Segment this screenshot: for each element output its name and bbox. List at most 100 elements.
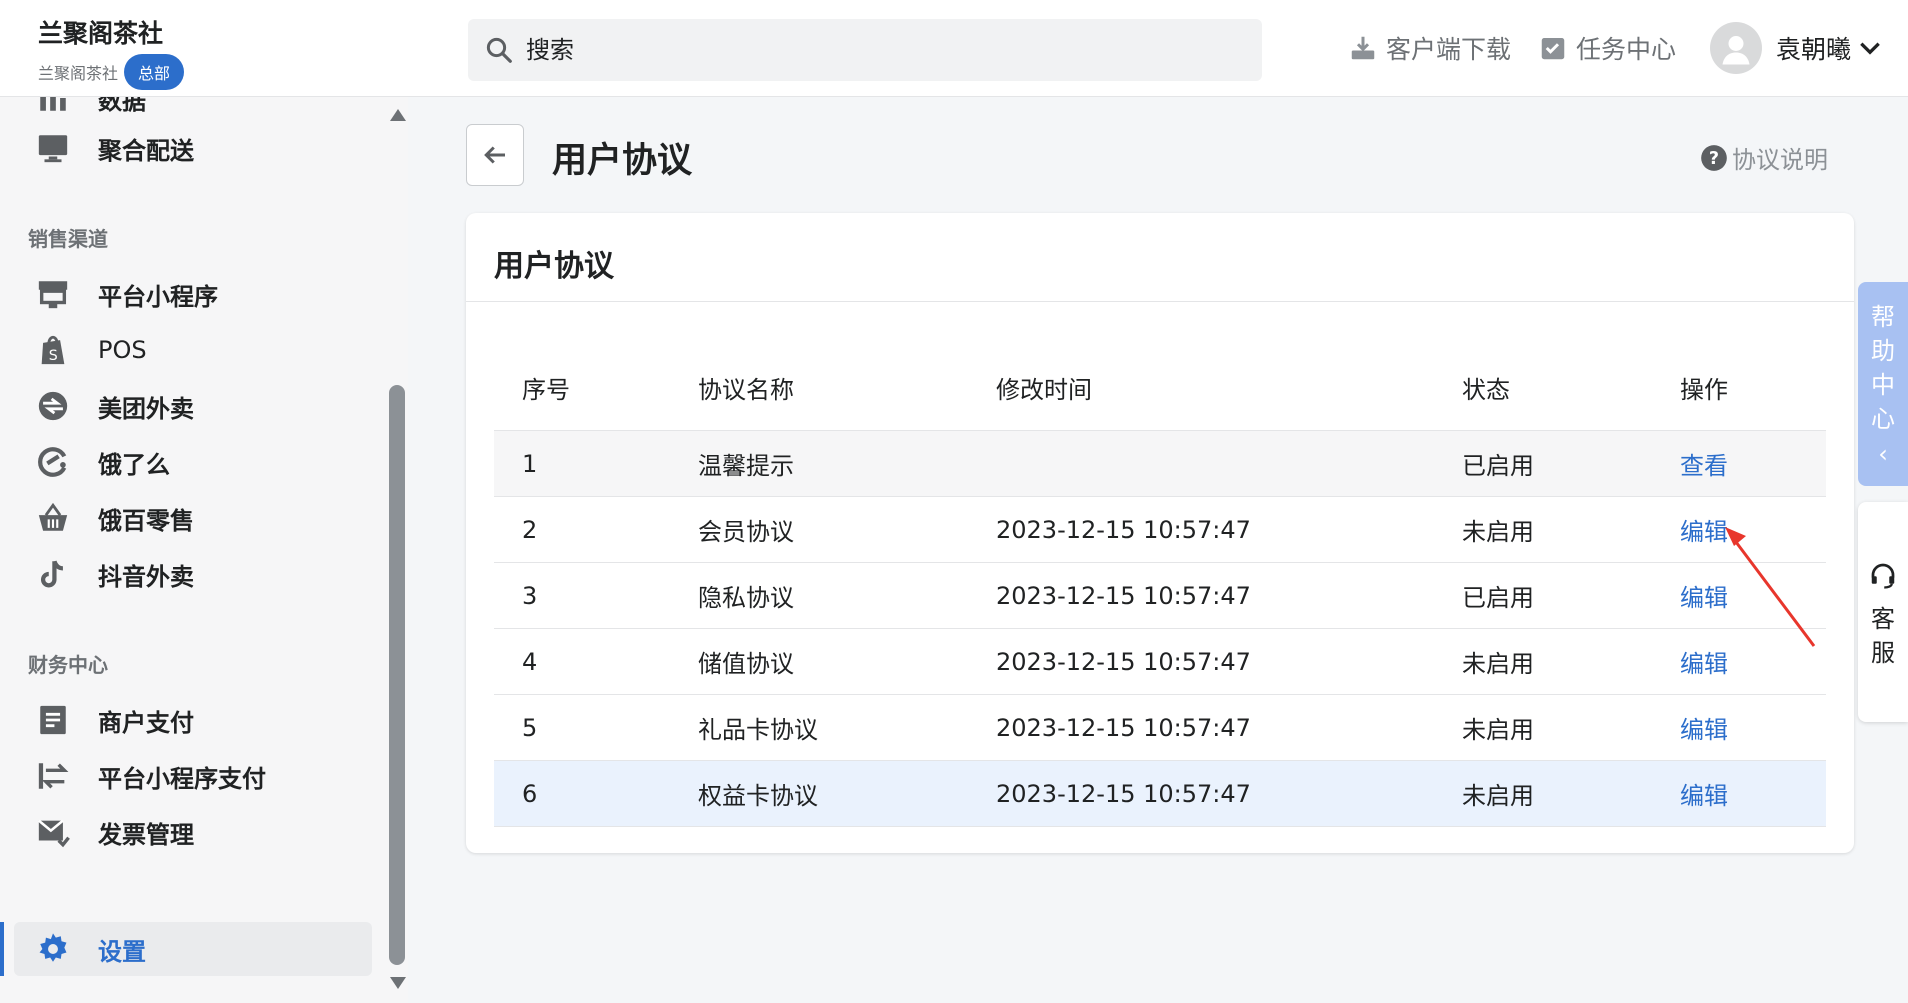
sidebar-item-ebai[interactable]: 饿百零售 (14, 491, 372, 545)
row-status: 已启用 (1462, 584, 1534, 612)
page-title: 用户协议 (552, 141, 693, 181)
document-icon (40, 705, 66, 735)
client-download-label: 客户端下载 (1386, 35, 1512, 64)
table-row: 5 礼品卡协议 2023-12-15 10:57:47 未启用 编辑 (494, 695, 1826, 761)
row-status: 已启用 (1462, 452, 1534, 480)
table-row: 6 权益卡协议 2023-12-15 10:57:47 未启用 编辑 (494, 761, 1826, 827)
sidebar-item-merchant-pay[interactable]: 商户支付 (14, 693, 372, 747)
header-action: 操作 (1680, 376, 1728, 404)
row-status: 未启用 (1462, 518, 1534, 546)
agreement-table: 序号 协议名称 修改时间 状态 操作 1 温馨提示 已启用 查看 2 会员协议 … (494, 345, 1826, 827)
sidebar-item-label: 抖音外卖 (98, 562, 194, 591)
help-center-tab[interactable]: 帮 助 中 心 ‹ (1858, 282, 1908, 486)
edit-link[interactable]: 编辑 (1680, 695, 1728, 760)
edit-link[interactable]: 编辑 (1680, 563, 1728, 628)
sidebar-item-pos[interactable]: S POS (14, 323, 372, 377)
row-name: 储值协议 (698, 650, 794, 678)
row-status: 未启用 (1462, 650, 1534, 678)
row-time: 2023-12-15 10:57:47 (996, 515, 1251, 544)
header-time: 修改时间 (996, 376, 1092, 404)
scroll-down-arrow-icon[interactable] (390, 977, 406, 989)
sidebar-item-label: 设置 (98, 937, 146, 966)
table-row: 1 温馨提示 已启用 查看 (494, 431, 1826, 497)
basket-icon (38, 502, 68, 531)
header-name: 协议名称 (698, 376, 794, 404)
sidebar-item-invoice[interactable]: 发票管理 (14, 805, 372, 859)
task-center-button[interactable]: 任务中心 (1538, 30, 1676, 66)
section-sales-channels: 销售渠道 (28, 227, 108, 251)
sidebar-item-eleme[interactable]: 饿了么 (14, 435, 372, 489)
search-bar[interactable] (468, 19, 1262, 81)
row-time: 2023-12-15 10:57:47 (996, 779, 1251, 808)
transfer-icon (38, 763, 69, 789)
sidebar-item-meituan[interactable]: 美团外卖 (14, 379, 372, 433)
chevron-down-icon (1860, 42, 1880, 55)
back-button[interactable] (466, 124, 524, 186)
row-time: 2023-12-15 10:57:47 (996, 647, 1251, 676)
brand[interactable]: 兰聚阁茶社 兰聚阁茶社 总部 (38, 14, 185, 90)
row-name: 隐私协议 (698, 584, 794, 612)
sidebar-item-settings[interactable]: 设置 (14, 922, 372, 976)
row-name: 权益卡协议 (698, 782, 818, 810)
brand-sub-text: 兰聚阁茶社 (38, 64, 119, 83)
scroll-thumb[interactable] (389, 385, 405, 965)
edit-link[interactable]: 编辑 (1680, 629, 1728, 694)
sidebar-item-label: 饿百零售 (98, 506, 194, 535)
sidebar-item-delivery[interactable]: 聚合配送 (14, 121, 372, 175)
sidebar-item-label: POS (98, 336, 147, 364)
help-center-char: 中 (1871, 371, 1895, 399)
svg-text:S: S (49, 348, 58, 364)
help-center-char: 心 (1871, 405, 1895, 433)
chevron-left-icon: ‹ (1878, 440, 1888, 468)
header-no: 序号 (522, 376, 570, 404)
row-time: 2023-12-15 10:57:47 (996, 581, 1251, 610)
question-circle-icon: ? (1701, 144, 1727, 171)
agreement-help-link[interactable]: ? 协议说明 (1700, 140, 1828, 175)
table-row: 4 储值协议 2023-12-15 10:57:47 未启用 编辑 (494, 629, 1826, 695)
sidebar-item-mini-program[interactable]: 平台小程序 (14, 267, 372, 321)
arrow-left-icon (484, 146, 505, 164)
row-status: 未启用 (1462, 782, 1534, 810)
search-input[interactable] (526, 36, 1226, 64)
task-check-icon (1541, 38, 1565, 60)
edit-link[interactable]: 编辑 (1680, 761, 1728, 826)
view-link[interactable]: 查看 (1680, 431, 1728, 496)
help-center-char: 助 (1871, 337, 1895, 365)
card-divider (466, 301, 1854, 302)
agreement-card: 用户协议 序号 协议名称 修改时间 状态 操作 1 温馨提示 已启用 查看 2 … (466, 213, 1854, 853)
eleme-icon (38, 447, 67, 477)
edit-link[interactable]: 编辑 (1680, 497, 1728, 562)
client-download-button[interactable]: 客户端下载 (1348, 30, 1511, 66)
sidebar-item-douyin[interactable]: 抖音外卖 (14, 547, 372, 601)
sidebar-item-label: 数据 (98, 97, 146, 115)
user-menu[interactable]: 袁朝曦 (1710, 22, 1883, 74)
row-name: 礼品卡协议 (698, 716, 818, 744)
header-status: 状态 (1462, 376, 1510, 404)
gear-icon (39, 933, 67, 962)
table-row: 2 会员协议 2023-12-15 10:57:47 未启用 编辑 (494, 497, 1826, 563)
row-no: 3 (522, 581, 538, 610)
help-center-char: 帮 (1871, 303, 1895, 331)
sidebar-item-label: 商户支付 (98, 708, 194, 737)
brand-name: 兰聚阁茶社 (38, 19, 164, 48)
active-indicator (0, 922, 4, 976)
sidebar-scrollbar[interactable] (386, 97, 408, 1003)
scroll-up-arrow-icon[interactable] (390, 109, 406, 121)
sidebar-item-mini-pay[interactable]: 平台小程序支付 (14, 749, 372, 803)
top-bar: 兰聚阁茶社 兰聚阁茶社 总部 客户端下载 任务中心 袁朝曦 (0, 0, 1908, 97)
headset-icon (1871, 563, 1895, 589)
monitor-icon (38, 135, 68, 163)
row-name: 会员协议 (698, 518, 794, 546)
search-icon (486, 37, 512, 63)
bar-chart-icon (40, 97, 66, 111)
row-no: 6 (522, 779, 538, 808)
table-header-row: 序号 协议名称 修改时间 状态 操作 (494, 345, 1826, 431)
row-no: 4 (522, 647, 538, 676)
avatar (1710, 22, 1762, 74)
service-char: 客 (1871, 605, 1895, 633)
agreement-help-label: 协议说明 (1732, 146, 1828, 174)
brand-sub: 兰聚阁茶社 总部 (38, 54, 185, 90)
tiktok-icon (40, 560, 64, 588)
customer-service-tab[interactable]: 客 服 (1858, 502, 1908, 722)
sidebar-item-label: 饿了么 (98, 450, 170, 479)
